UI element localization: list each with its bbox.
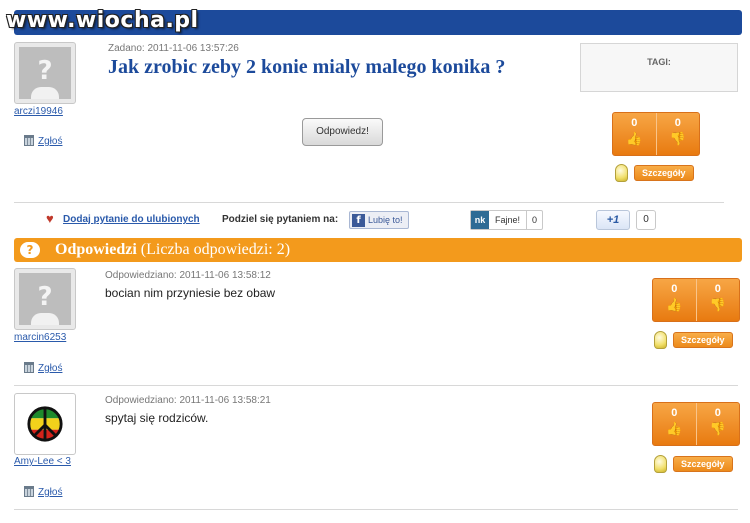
thumb-up-icon: 👍 bbox=[666, 297, 683, 312]
question-avatar[interactable]: ? bbox=[14, 42, 76, 104]
answer-text: bocian nim przyniesie bez obaw bbox=[105, 286, 276, 300]
divider bbox=[14, 385, 738, 386]
facebook-icon: f bbox=[352, 213, 365, 227]
vote-down-button[interactable]: 0 👎 bbox=[695, 279, 740, 321]
thumb-down-icon: 👎 bbox=[709, 421, 726, 436]
answers-count: (Liczba odpowiedzi: 2) bbox=[140, 241, 291, 258]
vote-up-button[interactable]: 0 👍 bbox=[653, 403, 696, 445]
question-vote-box: 0 👍 0 👎 bbox=[612, 112, 700, 156]
add-to-favorites-link[interactable]: Dodaj pytanie do ulubionych bbox=[63, 214, 200, 225]
answer-meta: Odpowiedziano: 2011-11-06 13:58:12 bbox=[105, 270, 271, 281]
question-details-button[interactable]: Szczegóły bbox=[634, 165, 694, 181]
vote-down-button[interactable]: 0 👎 bbox=[695, 403, 740, 445]
question-asked-meta: Zadano: 2011-11-06 13:57:26 bbox=[108, 43, 239, 54]
trash-icon bbox=[24, 486, 34, 497]
heart-icon: ♥ bbox=[46, 211, 54, 226]
answer-meta: Odpowiedziano: 2011-11-06 13:58:21 bbox=[105, 395, 271, 406]
vote-down-count: 0 bbox=[714, 283, 721, 295]
thumb-up-icon: 👍 bbox=[666, 421, 683, 436]
answer-username[interactable]: Amy-Lee < 3 bbox=[14, 456, 71, 467]
answers-title: Odpowiedzi bbox=[55, 241, 137, 258]
tags-label: TAGI: bbox=[647, 57, 671, 67]
default-avatar-icon: ? bbox=[19, 47, 71, 99]
answer-report-link[interactable]: Zgłoś bbox=[24, 486, 62, 498]
answer-text: spytaj się rodziców. bbox=[105, 411, 209, 425]
answers-header-title: Odpowiedzi (Liczba odpowiedzi: 2) bbox=[55, 241, 290, 259]
site-watermark: www.wiocha.pl bbox=[6, 8, 199, 33]
nk-count: 0 bbox=[526, 211, 542, 229]
question-title: Jak zrobic zeby 2 konie mialy malego kon… bbox=[108, 56, 506, 78]
vote-down-count: 0 bbox=[714, 407, 721, 419]
facebook-like-button[interactable]: f Lubię to! bbox=[349, 211, 409, 229]
tags-box: TAGI: bbox=[580, 43, 738, 92]
answer-vote-box: 0 👍 0 👎 bbox=[652, 278, 740, 322]
question-report-link[interactable]: Zgłoś bbox=[24, 135, 62, 147]
vote-up-button[interactable]: 0 👍 bbox=[653, 279, 696, 321]
lightbulb-icon bbox=[615, 164, 628, 182]
answer-details-button[interactable]: Szczegóły bbox=[673, 456, 733, 472]
divider bbox=[14, 509, 738, 510]
report-label: Zgłoś bbox=[38, 487, 63, 498]
answer-details-button[interactable]: Szczegóły bbox=[673, 332, 733, 348]
answer-username[interactable]: marcin6253 bbox=[14, 332, 66, 343]
google-plus-count: 0 bbox=[636, 210, 656, 230]
vote-up-count: 0 bbox=[671, 407, 678, 419]
answer-avatar[interactable]: ? bbox=[14, 268, 76, 330]
divider bbox=[14, 202, 724, 203]
lightbulb-icon bbox=[654, 455, 667, 473]
thumb-down-icon: 👎 bbox=[669, 131, 686, 146]
answer-report-link[interactable]: Zgłoś bbox=[24, 362, 62, 374]
facebook-like-label: Lubię to! bbox=[368, 215, 403, 225]
nk-share-widget[interactable]: nk Fajne! 0 bbox=[470, 210, 544, 230]
answer-vote-box: 0 👍 0 👎 bbox=[652, 402, 740, 446]
google-plus-button[interactable]: +1 bbox=[596, 210, 630, 230]
peace-sign-icon bbox=[27, 406, 63, 442]
trash-icon bbox=[24, 362, 34, 373]
report-label: Zgłoś bbox=[38, 136, 63, 147]
thumb-up-icon: 👍 bbox=[626, 131, 643, 146]
question-username[interactable]: arczi19946 bbox=[14, 106, 63, 117]
vote-up-button[interactable]: 0 👍 bbox=[613, 113, 656, 155]
lightbulb-icon bbox=[654, 331, 667, 349]
vote-down-button[interactable]: 0 👎 bbox=[655, 113, 700, 155]
trash-icon bbox=[24, 135, 34, 146]
nk-logo-icon: nk bbox=[471, 211, 489, 229]
report-label: Zgłoś bbox=[38, 363, 63, 374]
vote-up-count: 0 bbox=[631, 117, 638, 129]
question-icon: ? bbox=[20, 242, 40, 258]
vote-up-count: 0 bbox=[671, 283, 678, 295]
answer-avatar[interactable] bbox=[14, 393, 76, 455]
vote-down-count: 0 bbox=[674, 117, 681, 129]
nk-label: Fajne! bbox=[495, 215, 521, 225]
answer-button[interactable]: Odpowiedz! bbox=[302, 118, 383, 146]
default-avatar-icon: ? bbox=[19, 273, 71, 325]
share-label: Podziel się pytaniem na: bbox=[222, 214, 339, 225]
thumb-down-icon: 👎 bbox=[709, 297, 726, 312]
